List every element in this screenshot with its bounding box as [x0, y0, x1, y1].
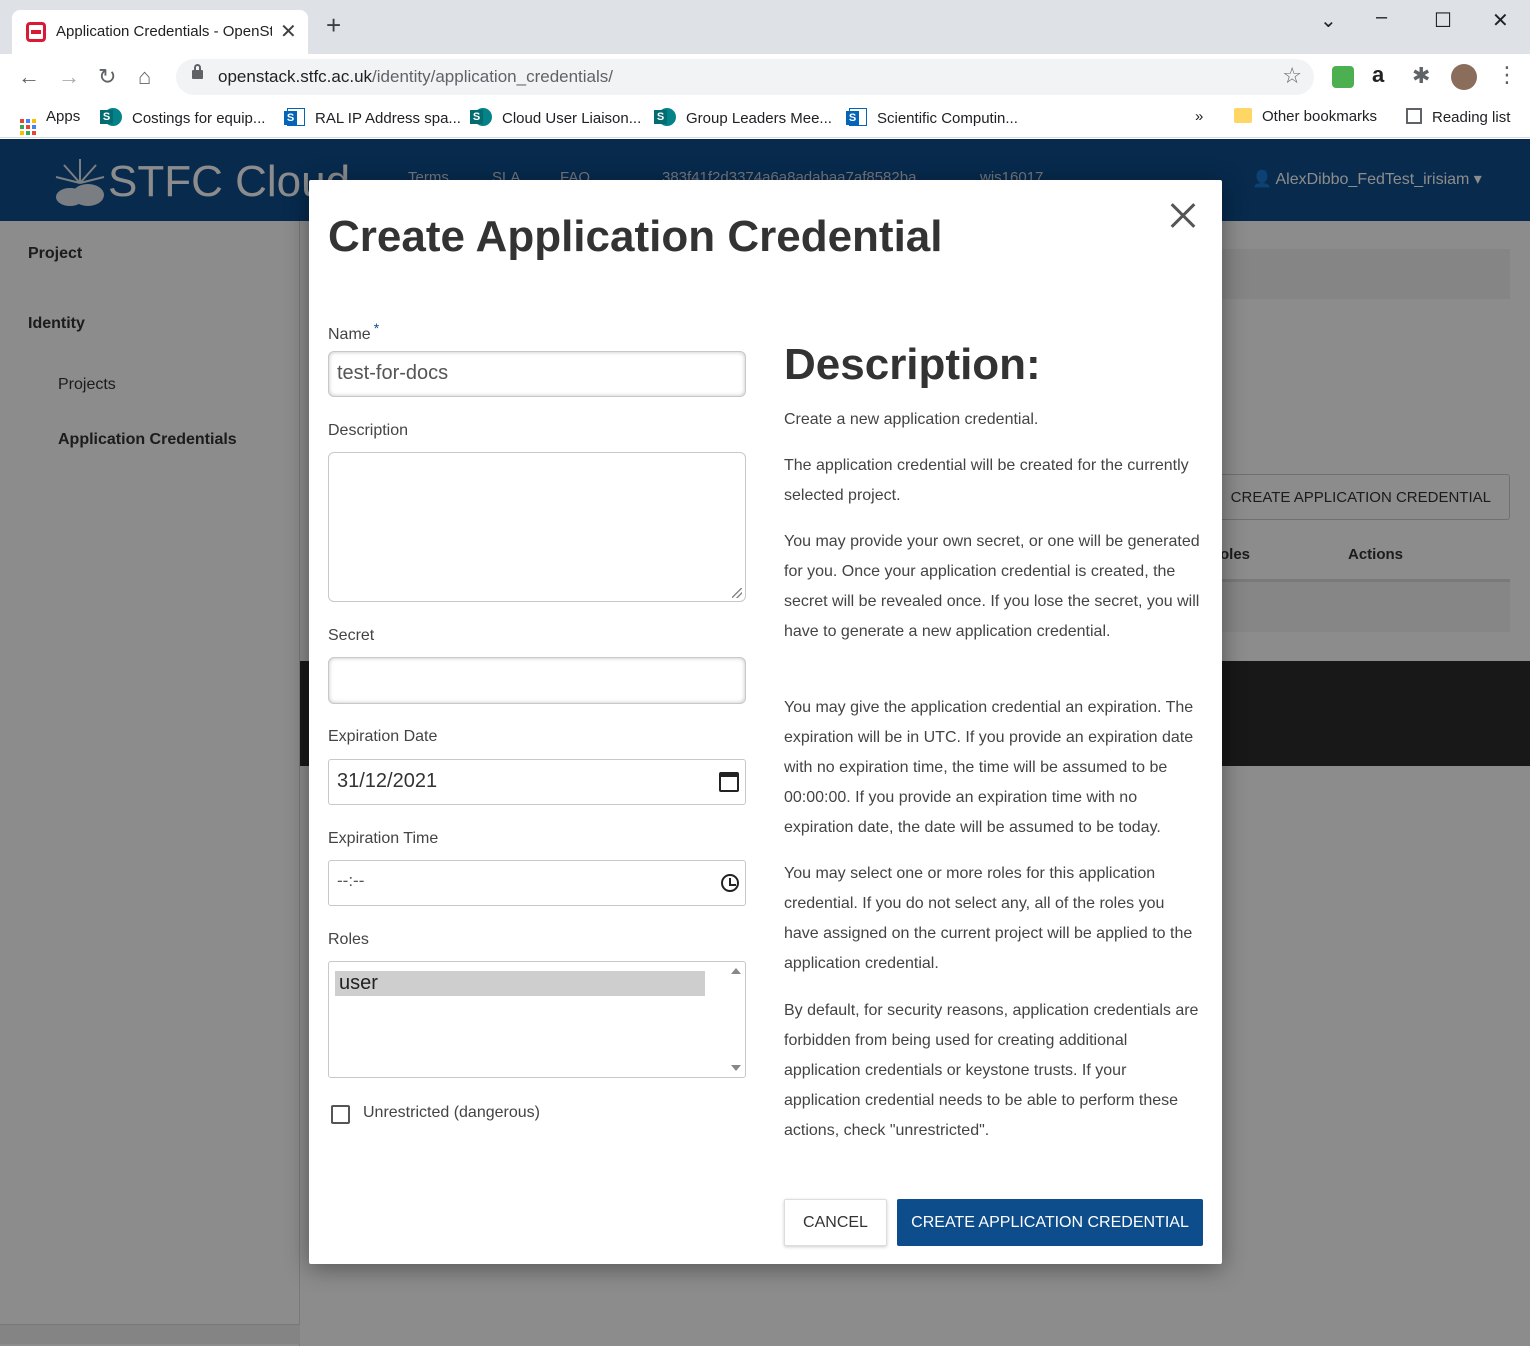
extension-green-icon[interactable]: [1332, 66, 1354, 88]
reading-list[interactable]: Reading list: [1406, 108, 1510, 126]
browser-toolbar: ← → ↻ ⌂ openstack.stfc.ac.uk/identity/ap…: [0, 54, 1530, 100]
maximize-icon[interactable]: ☐: [1434, 8, 1452, 33]
name-label: Name *: [328, 320, 379, 344]
forward-icon[interactable]: →: [58, 64, 80, 90]
name-label-text: Name: [328, 326, 371, 343]
description-textarea[interactable]: [328, 452, 746, 602]
expiration-date-input[interactable]: 31/12/2021: [328, 759, 746, 805]
bookmark-group-leaders[interactable]: Group Leaders Mee...: [654, 108, 832, 127]
expiration-time-input[interactable]: --:--: [328, 860, 746, 906]
address-bar[interactable]: openstack.stfc.ac.uk/identity/applicatio…: [176, 59, 1314, 95]
create-application-credential-button[interactable]: CREATE APPLICATION CREDENTIAL: [897, 1199, 1203, 1246]
browser-menu-icon[interactable]: ⋮: [1496, 62, 1518, 88]
tab-title: Application Credentials - OpenStack: [56, 23, 272, 40]
bookmark-other[interactable]: Other bookmarks: [1234, 108, 1377, 125]
secret-input[interactable]: [328, 657, 746, 704]
reload-icon[interactable]: ↻: [98, 64, 116, 90]
help-paragraph: You may give the application credential …: [784, 699, 1194, 836]
create-application-credential-modal: Create Application Credential Name * test…: [309, 180, 1222, 1264]
bookmark-label: Costings for equip...: [132, 110, 266, 127]
apps-grid-icon: [20, 119, 36, 135]
folder-icon: [1234, 108, 1252, 123]
bookmarks-bar: Apps Costings for equip... RAL IP Addres…: [0, 100, 1530, 138]
expiration-date-value: 31/12/2021: [337, 770, 438, 792]
bookmark-ral-ip[interactable]: RAL IP Address spa...: [284, 108, 461, 127]
bookmark-scientific-computing[interactable]: Scientific Computin...: [846, 108, 1018, 127]
bookmark-label: RAL IP Address spa...: [315, 110, 461, 127]
help-paragraph: You may select one or more roles for thi…: [784, 865, 1193, 972]
new-tab-icon[interactable]: +: [326, 12, 341, 38]
bookmark-label: Apps: [46, 108, 81, 125]
roles-select[interactable]: user: [328, 961, 746, 1078]
secret-label: Secret: [328, 627, 375, 644]
sharepoint-icon: [100, 108, 122, 126]
modal-close-icon[interactable]: [1165, 196, 1199, 236]
cancel-button[interactable]: CANCEL: [784, 1199, 887, 1246]
bookmark-label: Group Leaders Mee...: [686, 110, 832, 127]
openstack-favicon-icon: [26, 22, 46, 42]
resize-grip-icon[interactable]: [732, 588, 742, 598]
expiration-time-label: Expiration Time: [328, 830, 439, 847]
url-path: /identity/application_credentials/: [372, 67, 614, 86]
back-icon[interactable]: ←: [18, 64, 40, 90]
calendar-icon[interactable]: [719, 772, 739, 792]
role-option-user[interactable]: user: [335, 971, 705, 996]
amazon-extension-icon[interactable]: a: [1372, 62, 1384, 88]
url-text: openstack.stfc.ac.uk/identity/applicatio…: [218, 67, 613, 87]
required-marker: *: [373, 320, 380, 336]
bookmarks-overflow-icon[interactable]: »: [1195, 108, 1203, 125]
window-close-icon[interactable]: ✕: [1492, 8, 1509, 33]
reading-list-icon: [1406, 108, 1422, 124]
sharepoint-icon: [470, 108, 492, 126]
modal-title: Create Application Credential: [328, 212, 943, 261]
tab-close-icon[interactable]: ✕: [280, 19, 297, 44]
help-paragraph: You may provide your own secret, or one …: [784, 533, 1200, 640]
scroll-up-icon[interactable]: [731, 968, 741, 974]
bookmark-label: Other bookmarks: [1262, 108, 1378, 125]
clock-icon[interactable]: [721, 874, 739, 892]
home-icon[interactable]: ⌂: [138, 64, 151, 90]
bookmark-apps[interactable]: Apps: [20, 108, 80, 135]
unrestricted-label[interactable]: Unrestricted (dangerous): [363, 1104, 540, 1122]
unrestricted-checkbox[interactable]: [331, 1105, 350, 1124]
reading-list-label: Reading list: [1432, 109, 1511, 126]
url-host: openstack.stfc.ac.uk: [218, 67, 373, 86]
bookmark-label: Cloud User Liaison...: [502, 110, 642, 127]
bookmark-costings[interactable]: Costings for equip...: [100, 108, 266, 127]
help-title: Description:: [784, 340, 1041, 389]
tab-search-icon[interactable]: ⌄: [1320, 8, 1337, 33]
help-paragraph: By default, for security reasons, applic…: [784, 1002, 1199, 1139]
profile-avatar[interactable]: [1451, 64, 1477, 90]
sharepoint-blue-icon: [846, 108, 867, 126]
scroll-down-icon[interactable]: [731, 1065, 741, 1071]
name-input[interactable]: test-for-docs: [328, 351, 746, 397]
expiration-date-label: Expiration Date: [328, 728, 438, 745]
bookmark-cloud-user-liaison[interactable]: Cloud User Liaison...: [470, 108, 642, 127]
extensions-puzzle-icon[interactable]: ✱: [1412, 63, 1430, 89]
lock-icon: [192, 64, 203, 79]
expiration-time-value: --:--: [337, 871, 365, 890]
help-paragraph: The application credential will be creat…: [784, 457, 1189, 504]
browser-tab[interactable]: Application Credentials - OpenStack ✕: [12, 10, 308, 54]
minimize-icon[interactable]: –: [1376, 6, 1387, 29]
roles-label: Roles: [328, 931, 369, 948]
browser-tabstrip: Application Credentials - OpenStack ✕ + …: [0, 0, 1530, 54]
help-paragraph: Create a new application credential.: [784, 411, 1039, 428]
description-label: Description: [328, 422, 409, 439]
bookmark-label: Scientific Computin...: [877, 110, 1018, 127]
sharepoint-blue-icon: [284, 108, 305, 126]
sharepoint-icon: [654, 108, 676, 126]
bookmark-star-icon[interactable]: ☆: [1282, 63, 1302, 89]
